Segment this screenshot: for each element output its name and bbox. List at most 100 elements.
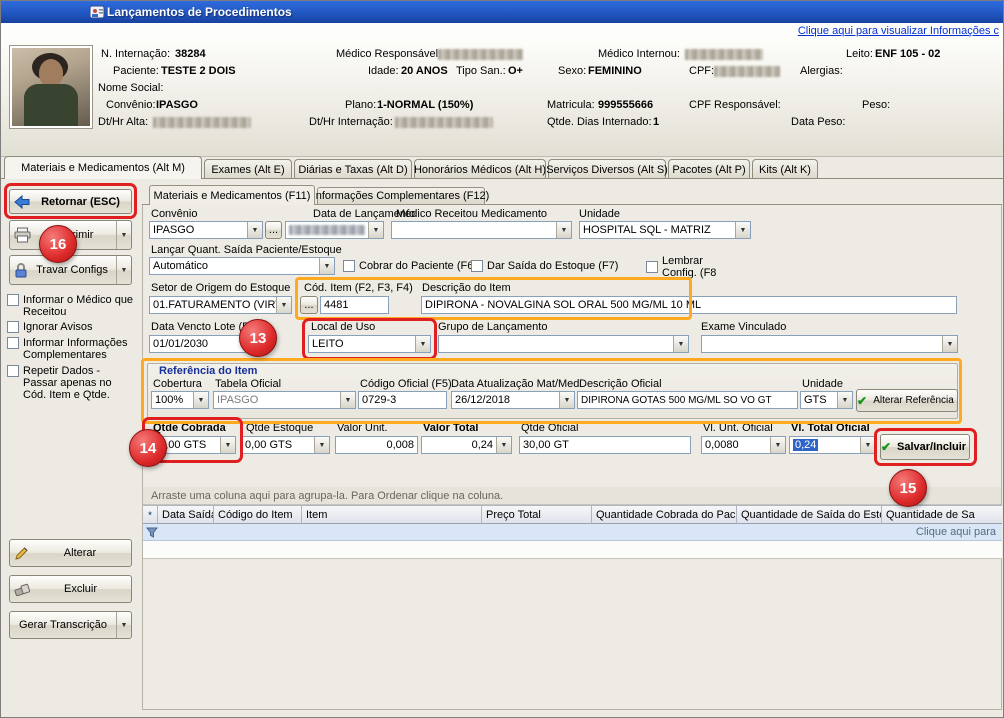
codigo-oficial-input[interactable]: 0729-3 bbox=[358, 391, 447, 409]
chevron-down-icon[interactable]: ▼ bbox=[415, 336, 430, 352]
qtde-oficial-input[interactable]: 30,00 GT bbox=[519, 436, 691, 454]
checkbox-label[interactable]: Repetir Dados - Passar apenas no Cód. It… bbox=[23, 365, 133, 401]
alterar-button[interactable]: Alterar bbox=[9, 539, 132, 567]
vl-unt-oficial-combo[interactable]: 0,0080 ▼ bbox=[701, 436, 786, 454]
descricao-item-input[interactable]: DIPIRONA - NOVALGINA SOL ORAL 500 MG/ML … bbox=[421, 296, 957, 314]
travar-dropdown-chevron-down-icon[interactable]: ▼ bbox=[116, 256, 131, 284]
chevron-down-icon[interactable]: ▼ bbox=[735, 222, 750, 238]
checkbox-box[interactable] bbox=[7, 365, 19, 377]
grid-header-qtd-saida[interactable]: Quantidade de Saída do Estoque bbox=[737, 505, 882, 524]
vl-total-oficial-combo[interactable]: 0,24 ▼ bbox=[789, 436, 876, 454]
alterar-referencia-button[interactable]: ✔ Alterar Referência bbox=[856, 389, 958, 412]
grid-header-data-saida[interactable]: Data Saída bbox=[158, 505, 214, 524]
chevron-down-icon[interactable]: ▼ bbox=[496, 437, 511, 453]
chevron-down-icon[interactable]: ▼ bbox=[368, 222, 383, 238]
chevron-down-icon[interactable]: ▼ bbox=[314, 437, 329, 453]
excluir-button[interactable]: Excluir bbox=[9, 575, 132, 603]
valor-unit-input[interactable]: 0,008 bbox=[335, 436, 418, 454]
gerar-dropdown-chevron-down-icon[interactable]: ▼ bbox=[116, 612, 131, 638]
unidade-oficial-combo[interactable]: GTS ▼ bbox=[800, 391, 853, 409]
chevron-down-icon[interactable]: ▼ bbox=[220, 437, 235, 453]
checkbox-label[interactable]: Ignorar Avisos bbox=[23, 321, 93, 333]
grid-body-empty[interactable] bbox=[143, 541, 1002, 559]
checkbox-box[interactable] bbox=[646, 261, 658, 273]
checkbox-box[interactable] bbox=[7, 337, 19, 349]
checkbox-informar-medico[interactable]: Informar o Médico que Receitou bbox=[7, 294, 135, 318]
tab-honorarios-medicos[interactable]: Honorários Médicos (Alt H) bbox=[414, 159, 546, 179]
chevron-down-icon[interactable]: ▼ bbox=[559, 392, 574, 408]
descricao-oficial-input[interactable]: DIPIRONA GOTAS 500 MG/ML SO VO GT bbox=[577, 391, 798, 409]
checkbox-box[interactable] bbox=[471, 260, 483, 272]
checkbox-dar-saida[interactable]: Dar Saída do Estoque (F7) bbox=[471, 260, 618, 272]
retornar-button[interactable]: Retornar (ESC) bbox=[9, 189, 132, 214]
medico-receitou-combo[interactable]: ▼ bbox=[391, 221, 572, 239]
chevron-down-icon[interactable]: ▼ bbox=[276, 297, 291, 313]
checkbox-label[interactable]: Dar Saída do Estoque (F7) bbox=[487, 260, 618, 272]
chevron-down-icon[interactable]: ▼ bbox=[942, 336, 957, 352]
checkbox-repetir-dados[interactable]: Repetir Dados - Passar apenas no Cód. It… bbox=[7, 365, 133, 401]
grid-header-item[interactable]: Item bbox=[302, 505, 482, 524]
checkbox-lembrar-config[interactable]: Lembrar Config. (F8 bbox=[646, 255, 726, 279]
checkbox-label[interactable]: Informar o Médico que Receitou bbox=[23, 294, 135, 318]
tab-kits[interactable]: Kits (Alt K) bbox=[752, 159, 818, 179]
checkbox-box[interactable] bbox=[343, 260, 355, 272]
tab-diarias-taxas[interactable]: Diárias e Taxas (Alt D) bbox=[294, 159, 412, 179]
local-uso-combo[interactable]: LEITO ▼ bbox=[308, 335, 431, 353]
chevron-down-icon[interactable]: ▼ bbox=[770, 437, 785, 453]
travar-configs-button[interactable]: Travar Configs ▼ bbox=[9, 255, 132, 285]
checkbox-label[interactable]: Cobrar do Paciente (F6) bbox=[359, 260, 477, 272]
valor-total-combo[interactable]: 0,24 ▼ bbox=[421, 436, 512, 454]
tabela-oficial-combo[interactable]: IPASGO ▼ bbox=[213, 391, 356, 409]
grupo-lancamento-combo[interactable]: ▼ bbox=[438, 335, 689, 353]
grid-group-hint[interactable]: Arraste uma coluna aqui para agrupa-la. … bbox=[143, 487, 1001, 505]
grid-filter-row[interactable]: Clique aqui para bbox=[143, 524, 1002, 541]
chevron-down-icon[interactable]: ▼ bbox=[837, 392, 852, 408]
chevron-down-icon[interactable]: ▼ bbox=[319, 258, 334, 274]
chevron-down-icon[interactable]: ▼ bbox=[340, 392, 355, 408]
lancar-quant-combo[interactable]: Automático ▼ bbox=[149, 257, 335, 275]
tab-servicos-diversos[interactable]: Serviços Diversos (Alt S) bbox=[548, 159, 666, 179]
checkbox-label[interactable]: Lembrar Config. (F8 bbox=[662, 255, 726, 279]
grid-header-codigo-item[interactable]: Código do Item bbox=[214, 505, 302, 524]
grid-header-qtd-cobrada[interactable]: Quantidade Cobrada do Paciente bbox=[592, 505, 737, 524]
data-vencto-input[interactable]: 01/01/2030 bbox=[149, 335, 250, 353]
data-atualizacao-combo[interactable]: 26/12/2018 ▼ bbox=[451, 391, 575, 409]
cod-item-input[interactable]: 4481 bbox=[320, 296, 389, 314]
salvar-incluir-button[interactable]: ✔ Salvar/Incluir bbox=[880, 434, 970, 460]
chevron-down-icon[interactable]: ▼ bbox=[247, 222, 262, 238]
checkbox-label[interactable]: Informar Informações Complementares bbox=[23, 337, 135, 361]
qtde-cobrada-combo[interactable]: 30,00 GTS ▼ bbox=[149, 436, 236, 454]
chevron-down-icon[interactable]: ▼ bbox=[673, 336, 688, 352]
info-link[interactable]: Clique aqui para visualizar Informações … bbox=[798, 25, 999, 37]
tab-materiais-medicamentos[interactable]: Materiais e Medicamentos (Alt M) bbox=[4, 156, 202, 179]
tab-exames[interactable]: Exames (Alt E) bbox=[204, 159, 292, 179]
grid-header-preco-total[interactable]: Preço Total bbox=[482, 505, 592, 524]
chevron-down-icon[interactable]: ▼ bbox=[860, 437, 875, 453]
checkbox-cobrar-paciente[interactable]: Cobrar do Paciente (F6) bbox=[343, 260, 477, 272]
setor-origem-combo[interactable]: 01.FATURAMENTO (VIRT ▼ bbox=[149, 296, 292, 314]
filter-funnel-icon[interactable] bbox=[146, 527, 158, 538]
exame-vinculado-combo[interactable]: ▼ bbox=[701, 335, 958, 353]
grid-header-qtd-sa[interactable]: Quantidade de Sa bbox=[882, 505, 1002, 524]
checkbox-informar-informacoes[interactable]: Informar Informações Complementares bbox=[7, 337, 135, 361]
checkbox-ignorar-avisos[interactable]: Ignorar Avisos bbox=[7, 321, 135, 333]
qtde-estoque-combo[interactable]: 0,00 GTS ▼ bbox=[241, 436, 330, 454]
cod-item-browse-button[interactable]: ... bbox=[300, 296, 318, 314]
tab-materiais-f11[interactable]: Materiais e Medicamentos (F11) bbox=[149, 185, 315, 205]
unidade-combo[interactable]: HOSPITAL SQL - MATRIZ ▼ bbox=[579, 221, 751, 239]
data-lancamento-combo[interactable]: ▼ bbox=[285, 221, 384, 239]
cobertura-combo[interactable]: 100% ▼ bbox=[151, 391, 209, 409]
tab-pacotes[interactable]: Pacotes (Alt P) bbox=[668, 159, 750, 179]
chevron-down-icon[interactable]: ▼ bbox=[556, 222, 571, 238]
convenio-browse-button[interactable]: ... bbox=[265, 221, 282, 239]
checkbox-box[interactable] bbox=[7, 294, 19, 306]
chevron-down-icon[interactable]: ▼ bbox=[193, 392, 208, 408]
tab-informacoes-f12[interactable]: Informações Complementares (F12) bbox=[317, 187, 485, 204]
gerar-transcricao-button[interactable]: Gerar Transcrição ▼ bbox=[9, 611, 132, 639]
convenio-combo[interactable]: IPASGO ▼ bbox=[149, 221, 263, 239]
grid-new-row-hint[interactable]: Clique aqui para bbox=[916, 526, 996, 538]
checkbox-box[interactable] bbox=[7, 321, 19, 333]
imprimir-button[interactable]: Imprimir ▼ bbox=[9, 220, 132, 250]
cobertura-value: 100% bbox=[152, 394, 193, 406]
imprimir-dropdown-chevron-down-icon[interactable]: ▼ bbox=[116, 221, 131, 249]
